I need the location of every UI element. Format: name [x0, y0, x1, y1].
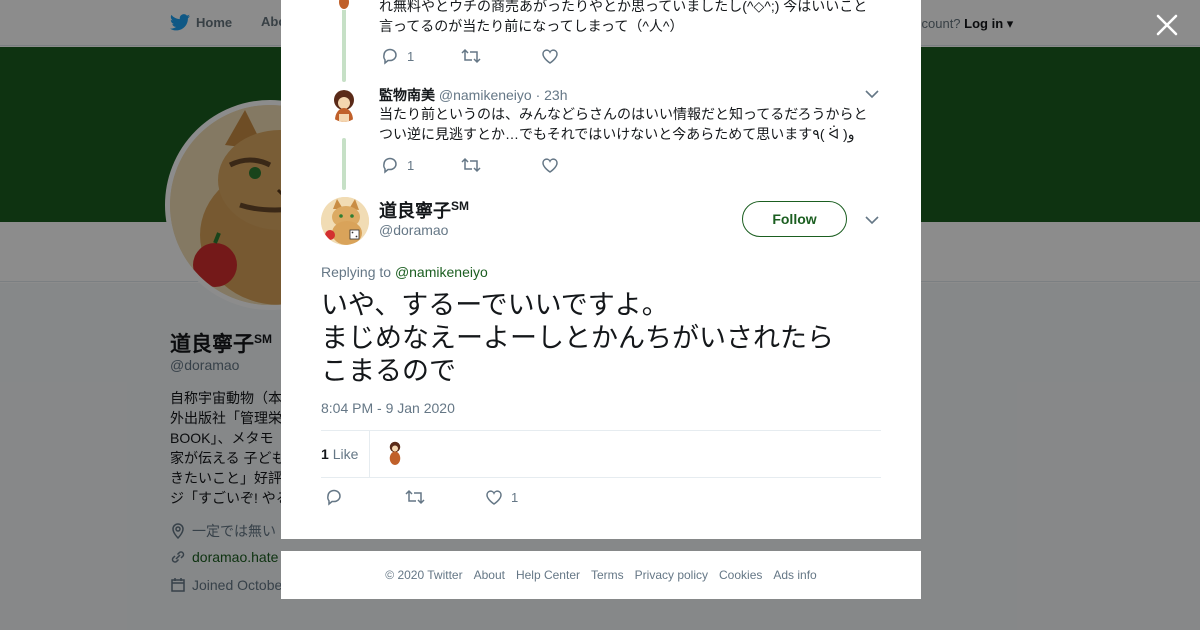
main-tweet-text: いや、するーでいいですよ。 まじめなえーよーしとかんちがいされたら こまるので: [321, 289, 881, 388]
doll-avatar-illustration: [328, 0, 360, 10]
heart-icon: [542, 49, 558, 64]
reply-icon: [327, 489, 341, 506]
retweet-icon: [405, 489, 425, 505]
prev-tweet-avatar[interactable]: [328, 0, 360, 10]
footer-link-ads-info[interactable]: Ads info: [773, 568, 816, 582]
parent-tweet-actions: 1: [381, 156, 621, 174]
like-count-link[interactable]: 1 Like: [321, 446, 358, 462]
tweet-text-line: 当たり前というのは、みんなどらさんのはいい情報だと知ってるだろうからと: [379, 106, 868, 122]
retweet-icon: [461, 157, 481, 173]
retweet-button[interactable]: [405, 488, 485, 506]
replying-mention[interactable]: @namikeneiyo: [395, 264, 488, 280]
author-name-text: 道良寧子: [379, 201, 451, 221]
reply-icon: [383, 157, 397, 174]
tweet-text-line: こまるので: [321, 356, 456, 386]
replying-to: Replying to @namikeneiyo: [321, 264, 488, 280]
tweet-time[interactable]: · 23h: [536, 87, 568, 103]
parent-tweet-header: 監物南美 @namikeneiyo · 23h: [379, 85, 568, 105]
follow-button[interactable]: Follow: [742, 201, 847, 237]
heart-icon: [542, 158, 558, 173]
retweet-icon: [461, 48, 481, 64]
main-tweet-author-name[interactable]: 道良寧子SM: [379, 197, 469, 223]
modal-footer: © 2020 Twitter About Help Center Terms P…: [281, 551, 921, 599]
tweet-text-line: まじめなえーよーしとかんちがいされたら: [321, 323, 834, 353]
reply-button[interactable]: 1: [381, 47, 461, 65]
author-name[interactable]: 監物南美: [379, 87, 435, 103]
main-tweet-actions: 1: [325, 488, 565, 506]
like-action-count: 1: [511, 489, 519, 505]
retweet-button[interactable]: [461, 47, 541, 65]
doll-avatar-illustration: [383, 441, 407, 465]
tweet-stats: 1 Like: [321, 430, 881, 478]
heart-icon: [486, 490, 502, 505]
thread-connector: [342, 0, 346, 82]
retweet-button[interactable]: [461, 156, 541, 174]
doll-avatar-illustration: [328, 90, 360, 122]
footer-link-about[interactable]: About: [474, 568, 505, 582]
reply-button[interactable]: 1: [381, 156, 461, 174]
stats-divider: [369, 431, 370, 477]
like-count-label: Like: [332, 446, 359, 462]
close-icon[interactable]: [1154, 12, 1180, 38]
reply-icon: [383, 48, 397, 65]
author-handle[interactable]: @namikeneiyo: [439, 87, 532, 103]
reply-count: 1: [407, 48, 415, 64]
footer-link-privacy[interactable]: Privacy policy: [635, 568, 708, 582]
chevron-down-icon[interactable]: [864, 88, 880, 100]
like-button[interactable]: [541, 47, 621, 65]
author-name-suffix: SM: [451, 199, 469, 213]
main-tweet-avatar[interactable]: [321, 197, 369, 245]
prev-tweet-text: れ無料やとウチの商売あがったりやとか思っていましたし(^◇^;) 今はいいこと …: [379, 0, 867, 36]
chevron-down-icon[interactable]: [864, 214, 880, 226]
like-count-value: 1: [321, 446, 329, 462]
footer-link-cookies[interactable]: Cookies: [719, 568, 762, 582]
tweet-text-line: 言ってるのが当たり前になってしまって（^人^）: [379, 18, 684, 34]
prev-tweet-actions: 1: [381, 47, 621, 65]
footer-link-help-center[interactable]: Help Center: [516, 568, 580, 582]
reply-count: 1: [407, 157, 415, 173]
footer-link-terms[interactable]: Terms: [591, 568, 624, 582]
footer-copyright: © 2020 Twitter: [385, 568, 463, 582]
tweet-text-line: つい逆に見逃すとか…でもそれではいけないと今あらためて思います٩( ᐛ )و: [379, 126, 855, 142]
tweet-timestamp[interactable]: 8:04 PM - 9 Jan 2020: [321, 400, 455, 416]
like-button[interactable]: [541, 156, 621, 174]
liker-avatar[interactable]: [383, 441, 407, 465]
tweet-permalink-modal: れ無料やとウチの商売あがったりやとか思っていましたし(^◇^;) 今はいいこと …: [281, 0, 921, 539]
like-button[interactable]: 1: [485, 488, 565, 506]
replying-prefix: Replying to: [321, 264, 392, 280]
parent-tweet-avatar[interactable]: [328, 90, 360, 122]
tweet-text-line: れ無料やとウチの商売あがったりやとか思っていましたし(^◇^;) 今はいいこと: [379, 0, 868, 14]
cat-avatar-illustration: [321, 197, 369, 245]
main-tweet-author-handle[interactable]: @doramao: [379, 222, 448, 238]
reply-button[interactable]: [325, 488, 405, 506]
parent-tweet-text: 当たり前というのは、みんなどらさんのはいい情報だと知ってるだろうからと つい逆に…: [379, 104, 867, 144]
tweet-text-line: いや、するーでいいですよ。: [321, 290, 669, 320]
thread-connector: [342, 138, 346, 190]
